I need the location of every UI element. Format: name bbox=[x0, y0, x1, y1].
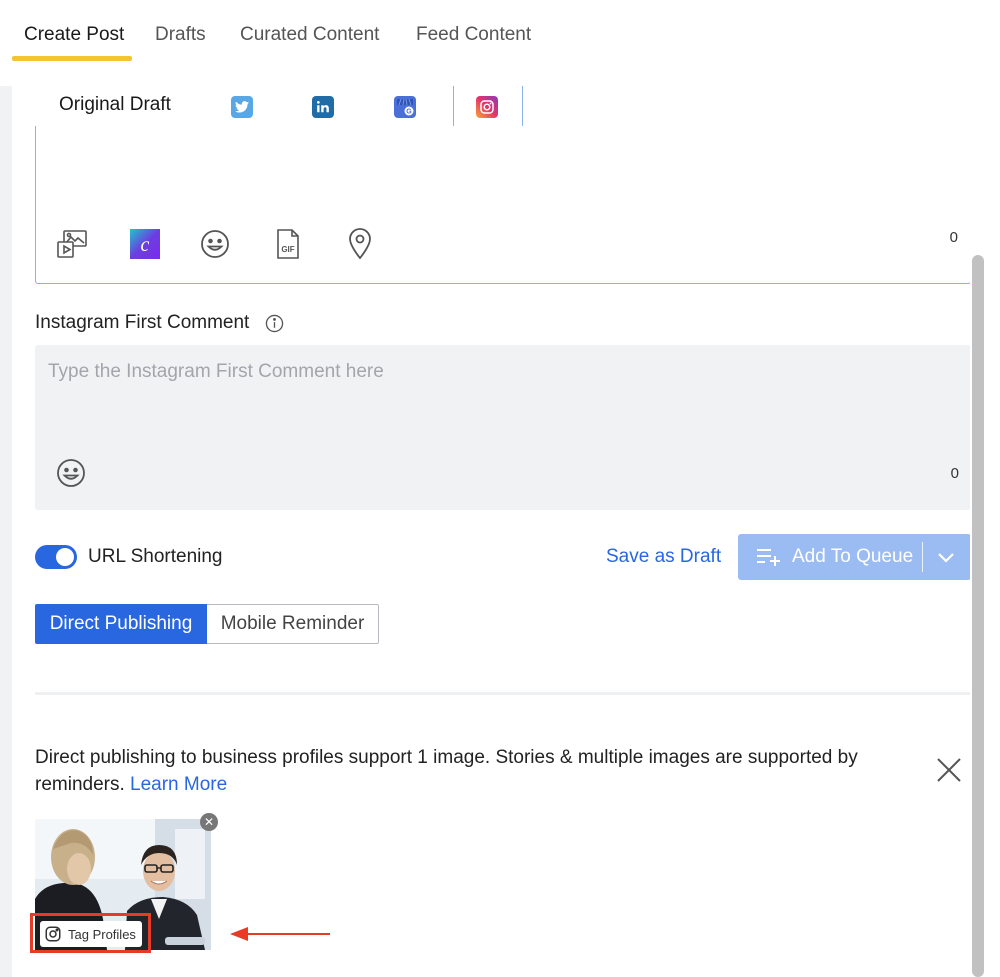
save-as-draft-button[interactable]: Save as Draft bbox=[606, 546, 721, 568]
first-comment-char-count: 0 bbox=[950, 465, 959, 482]
instagram-icon bbox=[476, 96, 498, 118]
queue-divider bbox=[922, 542, 923, 572]
publishing-notice: Direct publishing to business profiles s… bbox=[35, 744, 915, 798]
info-icon[interactable] bbox=[265, 314, 284, 333]
editor-char-count: 0 bbox=[949, 229, 958, 246]
tab-feed-content[interactable]: Feed Content bbox=[416, 24, 531, 46]
top-nav: Create Post Drafts Curated Content Feed … bbox=[0, 0, 1000, 86]
gif-icon[interactable]: GIF bbox=[272, 228, 304, 260]
first-comment-label: Instagram First Comment bbox=[35, 312, 250, 333]
svg-text:GIF: GIF bbox=[281, 245, 294, 254]
chevron-down-icon[interactable] bbox=[936, 548, 956, 566]
tab-original-draft[interactable]: Original Draft bbox=[59, 94, 171, 116]
svg-text:c: c bbox=[141, 234, 150, 256]
emoji-icon[interactable] bbox=[199, 228, 231, 260]
learn-more-link[interactable]: Learn More bbox=[130, 774, 227, 795]
url-shortening-toggle[interactable] bbox=[35, 545, 77, 569]
url-shortening-label: URL Shortening bbox=[88, 546, 223, 567]
tag-profiles-button[interactable]: Tag Profiles bbox=[40, 921, 142, 947]
location-icon[interactable] bbox=[344, 228, 376, 260]
active-tab-indicator bbox=[12, 56, 132, 61]
draft-network-tabs: Original Draft G bbox=[35, 86, 971, 128]
media-icon[interactable] bbox=[56, 228, 88, 260]
section-divider bbox=[35, 692, 971, 695]
first-comment-input[interactable]: Type the Instagram First Comment here 0 bbox=[35, 345, 971, 510]
left-gutter bbox=[0, 86, 12, 977]
canva-icon[interactable]: c bbox=[129, 228, 161, 260]
svg-text:G: G bbox=[406, 109, 412, 116]
toggle-knob bbox=[56, 548, 74, 566]
mobile-reminder-button[interactable]: Mobile Reminder bbox=[207, 604, 379, 644]
remove-media-button[interactable]: ✕ bbox=[200, 813, 218, 831]
scrollbar-thumb[interactable] bbox=[972, 255, 984, 977]
tag-profiles-label: Tag Profiles bbox=[68, 926, 136, 942]
queue-add-icon bbox=[756, 546, 782, 568]
tab-curated-content[interactable]: Curated Content bbox=[240, 24, 379, 46]
tab-create-post[interactable]: Create Post bbox=[24, 24, 124, 46]
instagram-tab-active[interactable] bbox=[453, 86, 523, 128]
arrow-annotation bbox=[228, 922, 332, 946]
linkedin-icon[interactable] bbox=[312, 96, 334, 118]
comment-emoji-icon[interactable] bbox=[55, 457, 87, 489]
close-icon[interactable] bbox=[936, 757, 962, 783]
instagram-outline-icon bbox=[44, 925, 62, 943]
twitter-icon[interactable] bbox=[231, 96, 253, 118]
google-my-business-icon[interactable]: G bbox=[394, 96, 416, 118]
add-to-queue-label: Add To Queue bbox=[792, 546, 914, 567]
tab-drafts[interactable]: Drafts bbox=[155, 24, 206, 46]
add-to-queue-button[interactable]: Add To Queue bbox=[738, 534, 971, 580]
direct-publishing-button[interactable]: Direct Publishing bbox=[35, 604, 207, 644]
post-editor[interactable]: c GIF 0 bbox=[35, 126, 971, 284]
first-comment-placeholder: Type the Instagram First Comment here bbox=[48, 361, 384, 382]
